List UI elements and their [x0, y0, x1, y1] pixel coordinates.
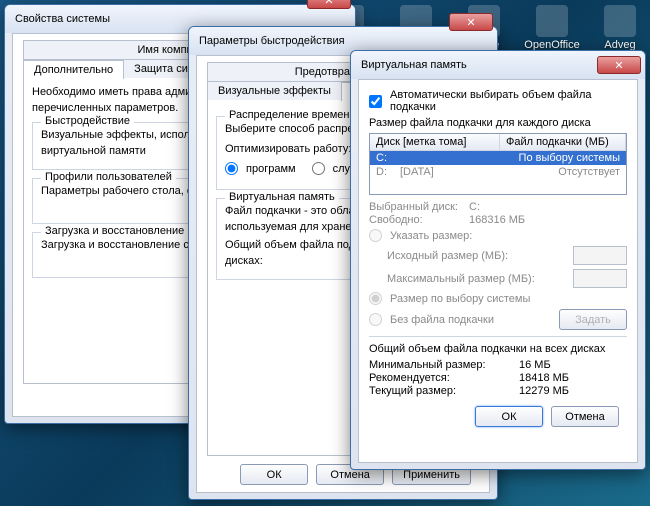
set-button: Задать [559, 309, 627, 330]
total-title: Общий объем файла подкачки на всех диска… [369, 343, 627, 355]
table-row[interactable]: C:По выбору системы [370, 151, 626, 165]
drive-list[interactable]: Диск [метка тома] Файл подкачки (МБ) C:П… [369, 133, 627, 195]
radio-custom-size: Указать размер: [369, 229, 627, 242]
auto-manage-checkbox[interactable]: Автоматически выбирать объем файла подка… [369, 89, 627, 113]
cancel-button[interactable]: Отмена [551, 406, 619, 427]
size-per-drive-label: Размер файла подкачки для каждого диска [369, 117, 627, 129]
radio-programs[interactable]: программ [225, 162, 296, 175]
ok-button[interactable]: ОК [240, 464, 308, 485]
close-icon[interactable]: ✕ [449, 13, 493, 31]
tab-visual-effects[interactable]: Визуальные эффекты [207, 81, 342, 100]
tab-advanced[interactable]: Дополнительно [23, 60, 124, 79]
virtual-memory-window: Виртуальная память ✕ Автоматически выбир… [350, 50, 646, 470]
max-size-input [573, 269, 627, 288]
ok-button[interactable]: ОК [475, 406, 543, 427]
radio-no-pagefile: Без файла подкачки [369, 313, 559, 326]
close-icon[interactable]: ✕ [597, 56, 641, 74]
radio-system-size: Размер по выбору системы [369, 292, 627, 305]
close-icon[interactable]: ✕ [307, 0, 351, 9]
table-row[interactable]: D:[DATA]Отсутствует [370, 165, 626, 179]
initial-size-input [573, 246, 627, 265]
titlebar[interactable]: Виртуальная память ✕ [351, 51, 645, 79]
